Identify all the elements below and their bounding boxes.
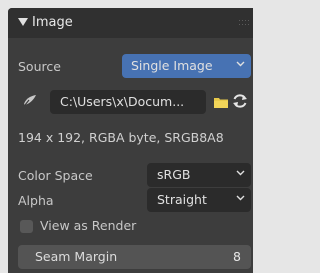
panel-header[interactable]: Image (8, 8, 253, 38)
folder-icon[interactable] (214, 96, 228, 108)
chevron-down-icon (236, 170, 245, 176)
filepath-value: C:\Users\x\Docum... (60, 94, 185, 109)
view-as-render-label[interactable]: View as Render (40, 218, 136, 233)
color-space-label: Color Space (18, 168, 93, 183)
chevron-down-icon (236, 61, 245, 67)
alpha-value: Straight (157, 192, 207, 207)
chevron-down-icon (236, 195, 245, 201)
image-data-icon (24, 95, 36, 106)
alpha-dropdown[interactable]: Straight (147, 188, 251, 212)
panel-title: Image (32, 15, 73, 30)
source-dropdown[interactable]: Single Image (122, 54, 251, 78)
panel-collapse-triangle-icon[interactable] (18, 16, 28, 28)
image-panel: Image Source Single Image C:\Users\x\Doc… (8, 8, 253, 273)
seam-margin-label: Seam Margin (35, 249, 118, 264)
source-label: Source (18, 59, 61, 74)
color-space-dropdown[interactable]: sRGB (147, 163, 251, 187)
reload-icon[interactable] (231, 92, 249, 110)
seam-margin-value: 8 (233, 249, 241, 264)
seam-margin-field[interactable]: Seam Margin 8 (18, 245, 251, 269)
source-value: Single Image (131, 58, 213, 73)
color-space-value: sRGB (157, 167, 191, 182)
alpha-label: Alpha (18, 193, 54, 208)
drag-grip-icon[interactable] (239, 20, 249, 26)
image-info-text: 194 x 192, RGBA byte, SRGB8A8 (18, 130, 224, 145)
view-as-render-checkbox[interactable] (20, 220, 33, 233)
filepath-field[interactable]: C:\Users\x\Docum... (50, 90, 206, 114)
